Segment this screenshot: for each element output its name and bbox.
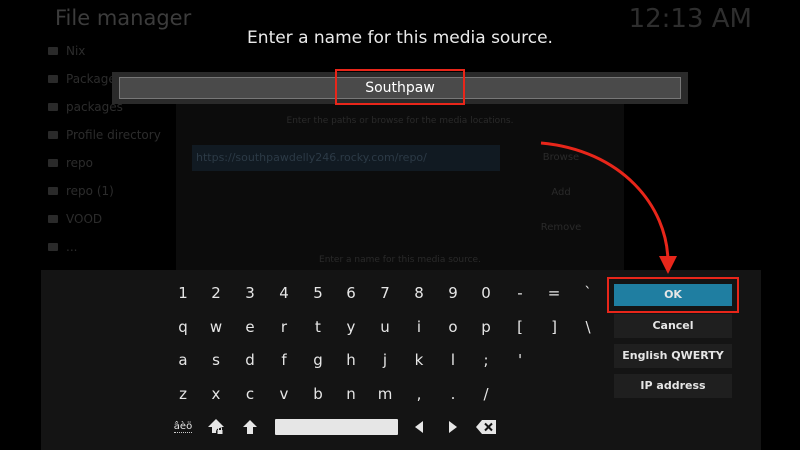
annotation-arrow: [540, 141, 677, 274]
